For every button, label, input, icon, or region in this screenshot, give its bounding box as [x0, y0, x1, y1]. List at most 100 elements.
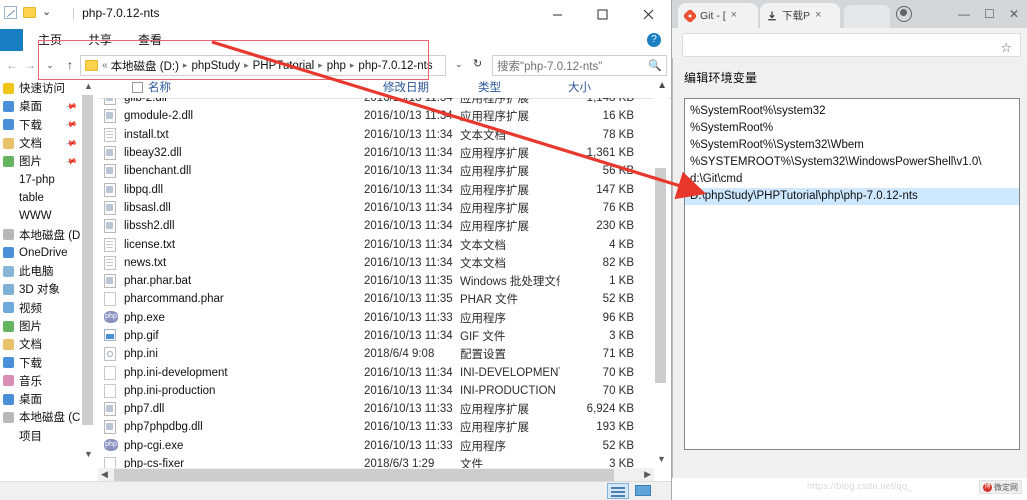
ribbon-tab-home[interactable]: 主页	[25, 29, 75, 51]
sidebar-item-15[interactable]: 下载	[0, 353, 80, 371]
env-path-listbox[interactable]: %SystemRoot%\system32 %SystemRoot% %Syst…	[684, 98, 1020, 450]
bookmark-star-icon[interactable]: ☆	[1000, 41, 1012, 54]
close-icon[interactable]	[625, 0, 671, 29]
sidebar-item-3[interactable]: 文档 📌	[0, 134, 80, 152]
search-input[interactable]: 搜索"php-7.0.12-nts" 🔍	[492, 55, 667, 76]
sidebar-item-12[interactable]: 视频	[0, 299, 80, 317]
file-row[interactable]: php.ini 2018/6/4 9:08 配置设置 71 KB	[98, 345, 654, 363]
sidebar-item-5[interactable]: 17-php	[0, 170, 80, 188]
column-header-size[interactable]: 大小	[568, 79, 591, 98]
file-row[interactable]: install.txt 2016/10/13 11:34 文本文档 78 KB	[98, 126, 654, 144]
file-row[interactable]: php.ini-development 2016/10/13 11:34 INI-D…	[98, 363, 654, 381]
sidebar-item-0[interactable]: 快速访问	[0, 79, 80, 97]
scrollbar-thumb[interactable]	[114, 469, 614, 481]
file-menu-button[interactable]	[0, 29, 23, 51]
scrollbar-thumb[interactable]	[82, 95, 93, 425]
minimize-icon[interactable]	[535, 0, 580, 29]
file-row[interactable]: news.txt 2016/10/13 11:34 文本文档 82 KB	[98, 254, 654, 272]
refresh-icon[interactable]: ↻	[473, 57, 482, 70]
sidebar-item-6[interactable]: table	[0, 189, 80, 207]
new-folder-icon[interactable]	[23, 7, 36, 18]
env-list-item-selected[interactable]: D:\phpStudy\PHPTutorial\php\php-7.0.12-n…	[685, 188, 1019, 205]
list-scroll-up-icon[interactable]: ▲	[657, 80, 667, 91]
browser-omnibox[interactable]: ☆	[682, 33, 1021, 57]
scroll-down-icon[interactable]: ▼	[84, 449, 93, 459]
env-list-item[interactable]: %SystemRoot%\system32	[685, 103, 1019, 120]
address-bar[interactable]: « 本地磁盘 (D:) ▸ phpStudy ▸ PHPTutorial ▸ p…	[80, 55, 446, 76]
pin-icon[interactable]: 📌	[64, 100, 77, 113]
file-row[interactable]: libsasl.dll 2016/10/13 11:34 应用程序扩展 76 KB	[98, 199, 654, 217]
details-view-icon[interactable]	[607, 483, 629, 499]
chevron-down-icon[interactable]: ⌄	[455, 59, 463, 70]
file-row[interactable]: glib-2.dll 2016/10/13 11:34 应用程序扩展 1,148 KB	[98, 98, 654, 107]
properties-icon[interactable]	[4, 6, 17, 19]
sidebar-item-11[interactable]: 3D 对象	[0, 280, 80, 298]
file-row[interactable]: php php.exe 2016/10/13 11:33 应用程序 96 KB	[98, 309, 654, 327]
file-row[interactable]: php7.dll 2016/10/13 11:33 应用程序扩展 6,924 KB	[98, 400, 654, 418]
browser-tab-download[interactable]: 下载P ×	[760, 3, 840, 28]
sidebar-item-17[interactable]: 桌面	[0, 390, 80, 408]
sidebar-item-16[interactable]: 音乐	[0, 372, 80, 390]
breadcrumb-item-current[interactable]: php-7.0.12-nts	[358, 60, 432, 72]
file-row[interactable]: php7phpdbg.dll 2016/10/13 11:33 应用程序扩展 193 …	[98, 418, 654, 436]
up-one-level-icon[interactable]: ↑	[62, 57, 78, 73]
pin-icon[interactable]: 📌	[64, 136, 77, 149]
sidebar-item-1[interactable]: 桌面 📌	[0, 97, 80, 115]
file-row[interactable]: php php-cgi.exe 2016/10/13 11:33 应用程序 52 KB	[98, 437, 654, 455]
file-row[interactable]: libssh2.dll 2016/10/13 11:34 应用程序扩展 230 KB	[98, 217, 654, 235]
file-row[interactable]: libpq.dll 2016/10/13 11:34 应用程序扩展 147 KB	[98, 180, 654, 198]
file-row[interactable]: phar.phar.bat 2016/10/13 11:35 Windows 批处理…	[98, 272, 654, 290]
sidebar-item-7[interactable]: WWW	[0, 207, 80, 225]
sidebar-item-4[interactable]: 图片 📌	[0, 152, 80, 170]
scroll-left-icon[interactable]: ◀	[101, 469, 108, 480]
sidebar-item-10[interactable]: 此电脑	[0, 262, 80, 280]
search-icon[interactable]: 🔍	[648, 59, 662, 72]
file-row[interactable]: gmodule-2.dll 2016/10/13 11:34 应用程序扩展 16 KB	[98, 107, 654, 125]
sidebar-item-9[interactable]: OneDrive	[0, 244, 80, 262]
sidebar-item-13[interactable]: 图片	[0, 317, 80, 335]
breadcrumb-item-phptutorial[interactable]: PHPTutorial	[253, 60, 315, 72]
navigation-pane-scrollbar[interactable]: ▲ ▼	[81, 79, 95, 479]
recent-locations-icon[interactable]: ⌄	[42, 57, 58, 73]
help-icon[interactable]: ?	[647, 33, 661, 47]
env-list-item[interactable]: %SystemRoot%	[685, 120, 1019, 137]
file-row[interactable]: php.ini-production 2016/10/13 11:34 INI-PR…	[98, 382, 654, 400]
pin-icon[interactable]: 📌	[64, 155, 77, 168]
tiles-view-icon[interactable]	[633, 483, 655, 499]
scrollbar-thumb[interactable]	[655, 168, 666, 383]
sidebar-item-18[interactable]: 本地磁盘 (C:)	[0, 408, 80, 426]
sidebar-item-14[interactable]: 文档	[0, 335, 80, 353]
back-icon[interactable]: ←	[4, 57, 20, 73]
maximize-icon[interactable]	[580, 0, 625, 29]
file-row[interactable]: libenchant.dll 2016/10/13 11:34 应用程序扩展 56 K…	[98, 162, 654, 180]
breadcrumb-item-php[interactable]: php	[327, 60, 346, 72]
file-row[interactable]: pharcommand.phar 2016/10/13 11:35 PHAR 文件 5…	[98, 290, 654, 308]
sidebar-item-8[interactable]: 本地磁盘 (D:)	[0, 225, 80, 243]
env-list-item[interactable]: d:\Git\cmd	[685, 171, 1019, 188]
env-list-item[interactable]: %SYSTEMROOT%\System32\WindowsPowerShell\…	[685, 154, 1019, 171]
file-row[interactable]: libeay32.dll 2016/10/13 11:34 应用程序扩展 1,361 …	[98, 144, 654, 162]
file-row[interactable]: php.gif 2016/10/13 11:34 GIF 文件 3 KB	[98, 327, 654, 345]
close-icon[interactable]: ×	[731, 10, 737, 21]
breadcrumb-item-drive[interactable]: 本地磁盘 (D:)	[111, 58, 179, 74]
maximize-icon[interactable]: ☐	[984, 8, 995, 20]
ribbon-tab-share[interactable]: 共享	[75, 29, 125, 51]
file-list[interactable]: glib-2.dll 2016/10/13 11:34 应用程序扩展 1,148 KB…	[98, 98, 654, 476]
close-icon[interactable]: ×	[815, 10, 821, 21]
column-header-name[interactable]: 名称	[124, 79, 171, 98]
close-icon[interactable]: ✕	[1009, 8, 1019, 20]
select-all-checkbox[interactable]	[132, 82, 143, 93]
env-list-item[interactable]: %SystemRoot%\System32\Wbem	[685, 137, 1019, 154]
ribbon-tab-view[interactable]: 查看	[125, 29, 175, 51]
sidebar-item-2[interactable]: 下载 📌	[0, 116, 80, 134]
pin-icon[interactable]: 📌	[64, 118, 77, 131]
browser-new-tab-button[interactable]	[844, 5, 890, 28]
browser-tab-git[interactable]: Git - [ ×	[678, 3, 758, 28]
breadcrumb-overflow-icon[interactable]: «	[102, 60, 108, 71]
sidebar-item-19[interactable]: 项目	[0, 427, 80, 445]
column-header-date[interactable]: 修改日期	[383, 79, 429, 98]
breadcrumb-item-phpstudy[interactable]: phpStudy	[191, 60, 240, 72]
column-header-type[interactable]: 类型	[478, 79, 501, 98]
file-list-vscrollbar[interactable]: ▼	[654, 98, 668, 466]
scroll-right-icon[interactable]: ▶	[644, 469, 651, 480]
